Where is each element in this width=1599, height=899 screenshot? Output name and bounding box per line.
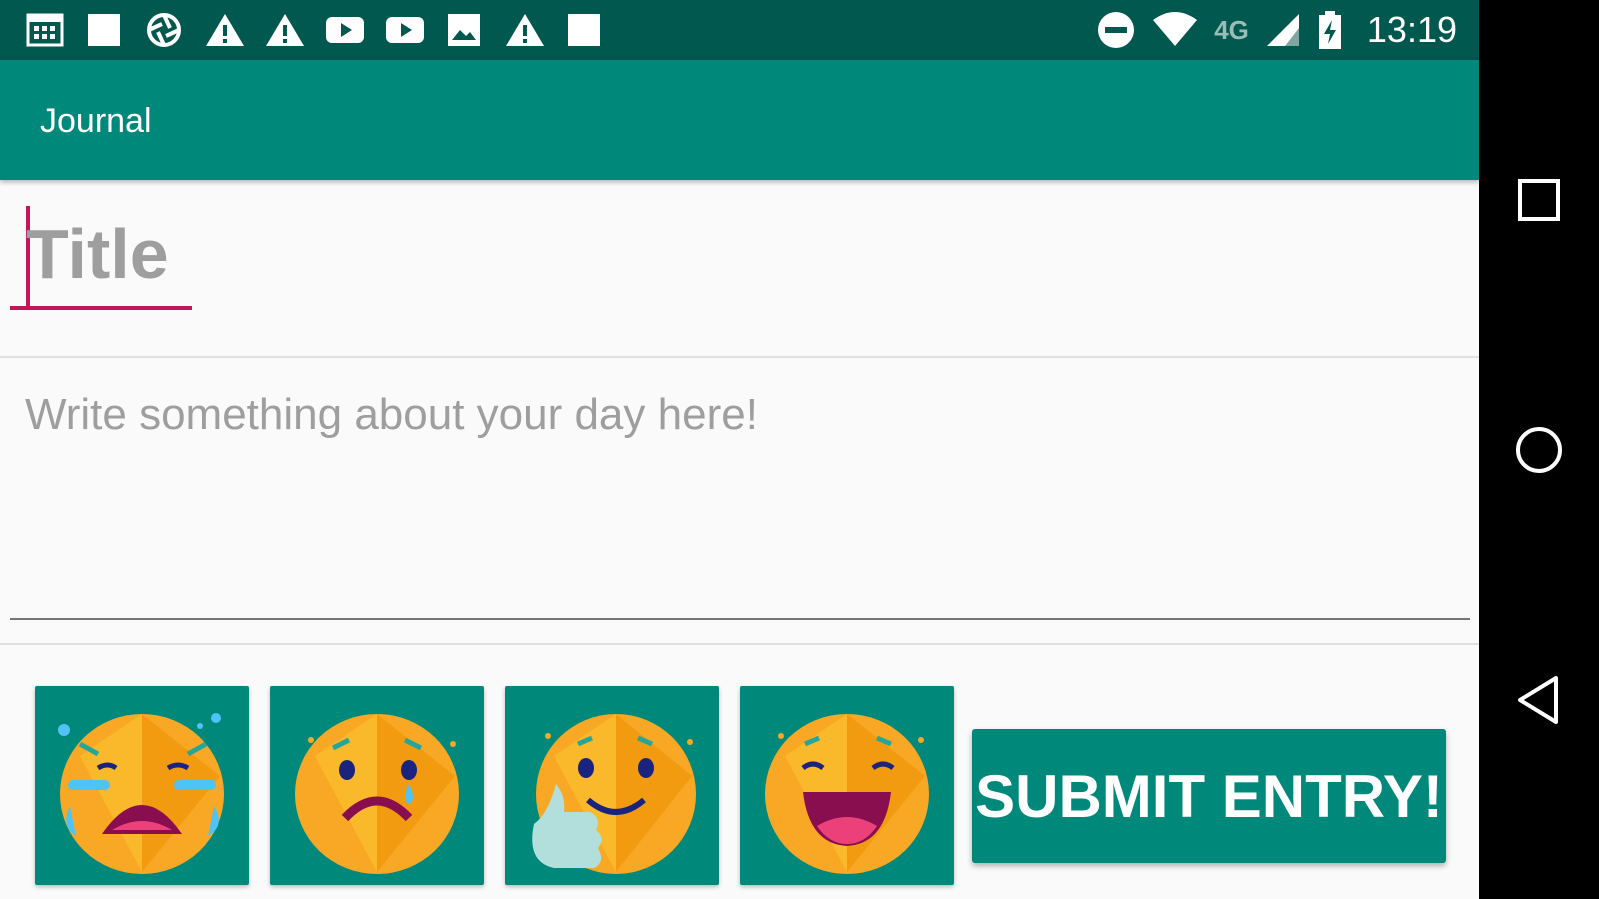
divider: [0, 643, 1479, 645]
back-button[interactable]: [1494, 655, 1584, 745]
divider: [0, 356, 1479, 358]
mood-button-happy[interactable]: [740, 686, 954, 885]
clock: 13:19: [1366, 9, 1457, 50]
battery-charging-icon: [1317, 10, 1343, 50]
app-bar: Journal: [0, 60, 1479, 180]
calendar-icon: [26, 12, 86, 48]
recents-button[interactable]: [1494, 155, 1584, 245]
youtube-icon: [386, 12, 446, 48]
square-notification-icon: [566, 12, 626, 48]
mood-button-crying[interactable]: [35, 686, 249, 885]
crying-face-icon: [58, 713, 224, 874]
status-bar: 4G 13:19: [0, 0, 1479, 60]
home-button[interactable]: [1494, 405, 1584, 495]
thumbs-up-smiling-face-icon: [532, 714, 696, 874]
mood-button-content[interactable]: [505, 686, 719, 885]
submit-entry-button[interactable]: SUBMIT ENTRY!: [972, 729, 1446, 863]
journal-body-input[interactable]: Write something about your day here!: [10, 360, 1470, 622]
laughing-face-icon: [765, 714, 929, 874]
warning-icon: [506, 12, 566, 48]
app-screen: 4G 13:19 Journal Title Write something a…: [0, 0, 1479, 899]
title-placeholder: Title: [26, 215, 169, 293]
title-input-underline: [10, 306, 192, 310]
app-title: Journal: [40, 102, 152, 140]
navigation-bar: [1479, 0, 1599, 899]
square-notification-icon: [86, 12, 146, 48]
youtube-icon: [326, 12, 386, 48]
cell-signal-icon: [1265, 12, 1301, 48]
journal-body-placeholder: Write something about your day here!: [25, 390, 758, 439]
image-icon: [446, 12, 506, 48]
notification-icons: [26, 12, 626, 48]
recents-square-icon: [1518, 179, 1560, 221]
title-input[interactable]: Title: [10, 200, 192, 310]
warning-icon: [266, 12, 326, 48]
wifi-icon: [1152, 12, 1198, 48]
system-status: 4G 13:19: [1096, 8, 1457, 52]
mood-button-sad[interactable]: [270, 686, 484, 885]
do-not-disturb-icon: [1096, 10, 1136, 50]
journal-body-underline: [10, 618, 1470, 620]
back-triangle-icon: [1518, 676, 1558, 724]
warning-icon: [206, 12, 266, 48]
home-circle-icon: [1516, 427, 1562, 473]
aperture-icon: [146, 12, 206, 48]
sad-face-icon: [295, 714, 459, 874]
network-type-label: 4G: [1214, 14, 1249, 45]
